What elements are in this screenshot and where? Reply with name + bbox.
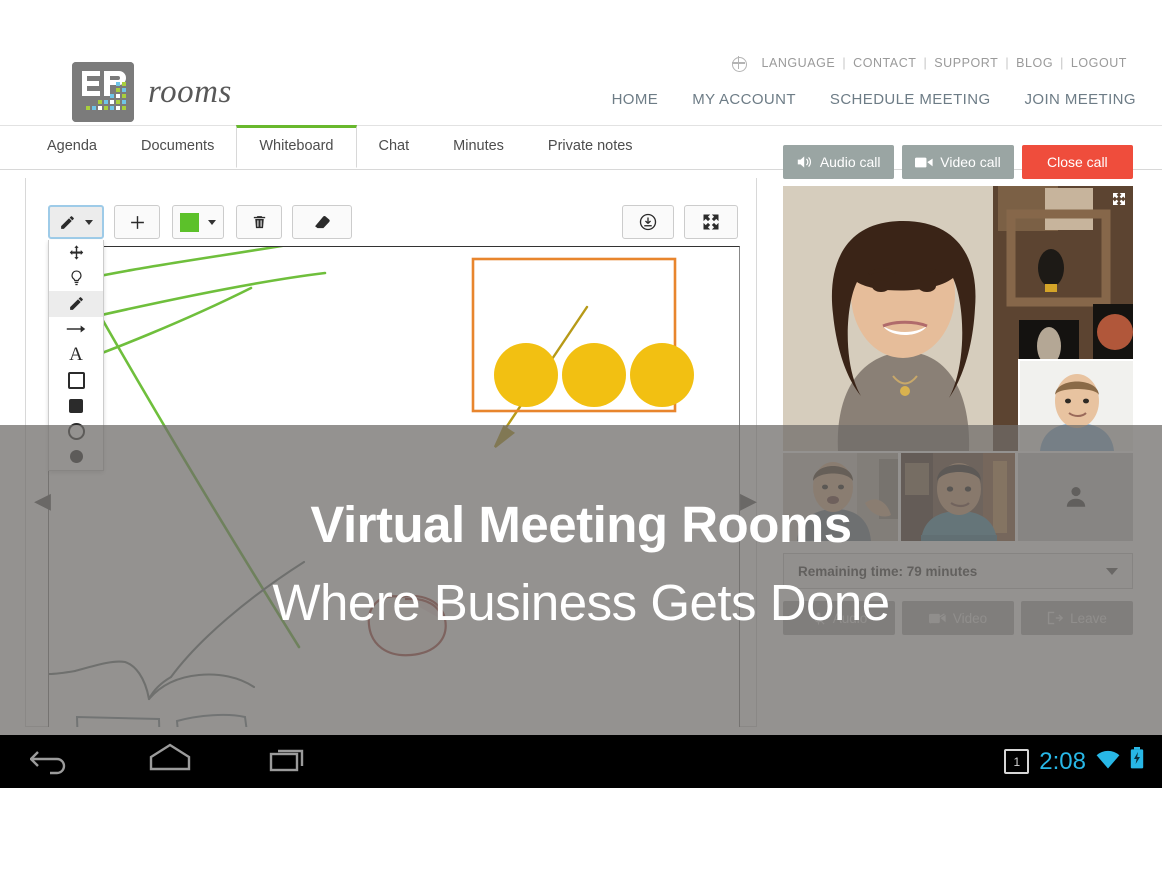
android-navigation-bar: 1 2:08 [0,735,1162,788]
wifi-icon [1096,748,1120,776]
eraser-tool-button[interactable] [292,205,352,239]
square-outline-icon [67,371,85,389]
tab-chat[interactable]: Chat [357,126,432,168]
orange-rect-shape [471,257,694,413]
android-back-button[interactable] [29,743,72,782]
battery-charging-icon [1130,747,1144,776]
yellow-circle [562,343,626,407]
nav-join-meeting[interactable]: JOIN MEETING [1025,91,1136,108]
speaker-icon [797,156,811,168]
chevron-down-icon [85,219,93,225]
eraser-icon [312,213,332,231]
pin-tool-item[interactable] [49,266,103,292]
video-call-button[interactable]: Video call [902,145,1014,179]
util-link-contact[interactable]: CONTACT [846,56,923,70]
logo-wordmark: rooms [148,73,232,110]
main-nav: HOME MY ACCOUNT SCHEDULE MEETING JOIN ME… [612,91,1136,108]
clock-time: 2:08 [1039,747,1086,775]
back-arrow-icon [29,751,66,775]
marketing-headline-1: Virtual Meeting Rooms [310,496,852,553]
add-tool-button[interactable] [114,205,160,239]
page-footer-blank [0,788,1162,872]
trash-icon [251,214,268,231]
audio-call-button[interactable]: Audio call [783,145,895,179]
tab-agenda[interactable]: Agenda [25,126,119,168]
android-home-button[interactable] [148,743,192,782]
delete-tool-button[interactable] [236,205,282,239]
expand-video-icon[interactable] [1111,191,1127,212]
video-call-label: Video call [940,154,1001,170]
tab-whiteboard[interactable]: Whiteboard [236,125,357,168]
move-arrows-icon [69,245,83,260]
tab-private-notes[interactable]: Private notes [526,126,655,168]
util-link-support[interactable]: SUPPORT [927,56,1005,70]
fullscreen-icon [701,212,721,232]
yellow-circle [630,343,694,407]
rect-filled-tool-item[interactable] [49,393,103,419]
marketing-headline-2: Where Business Gets Done [272,574,890,631]
util-link-logout[interactable]: LOGOUT [1064,56,1134,70]
notification-badge: 1 [1004,749,1030,774]
logo-3p-svg [72,62,134,122]
color-tool-button[interactable] [172,205,224,239]
arrow-tool-item[interactable] [49,317,103,343]
lightbulb-icon [71,270,81,285]
main-video-tile[interactable] [783,186,1133,451]
close-call-label: Close call [1046,154,1108,170]
yellow-circle [494,343,558,407]
call-button-bar: Audio call Video call Close call [783,145,1133,179]
camera-icon [915,157,933,167]
home-icon [149,743,191,771]
globe-icon [731,56,748,72]
pencil-tool-button[interactable] [48,205,104,239]
rect-outline-tool-item[interactable] [49,368,103,394]
pencil-icon [59,214,76,231]
download-button[interactable] [622,205,674,239]
tablet-screen: rooms LANGUAGE | CONTACT | SUPPORT | BLO… [0,0,1162,872]
tab-minutes[interactable]: Minutes [431,126,526,168]
text-a-icon: A [69,343,83,365]
utility-nav: LANGUAGE | CONTACT | SUPPORT | BLOG | LO… [731,55,1134,72]
util-link-blog[interactable]: BLOG [1009,56,1060,70]
nav-home[interactable]: HOME [612,91,659,108]
site-logo[interactable]: rooms [72,62,232,122]
logo-mark-icon [72,62,134,122]
android-status-area: 1 2:08 [1004,747,1144,776]
move-tool-item[interactable] [49,240,103,266]
util-link-language[interactable]: LANGUAGE [754,56,842,70]
audio-call-label: Audio call [819,154,881,170]
nav-my-account[interactable]: MY ACCOUNT [692,91,796,108]
chevron-down-icon [208,219,216,225]
close-call-button[interactable]: Close call [1021,145,1133,179]
android-recents-button[interactable] [268,743,312,782]
pencil-tool-item[interactable] [49,291,103,317]
text-tool-item[interactable]: A [49,342,103,368]
recents-icon [269,749,304,772]
fullscreen-button[interactable] [684,205,738,239]
site-header: rooms LANGUAGE | CONTACT | SUPPORT | BLO… [0,0,1162,126]
tab-documents[interactable]: Documents [119,126,236,168]
plus-icon [129,214,146,231]
nav-schedule-meeting[interactable]: SCHEDULE MEETING [830,91,991,108]
tab-strip: Agenda Documents Whiteboard Chat Minutes… [25,125,655,168]
square-filled-icon [69,398,83,413]
arrow-right-icon [66,325,86,333]
color-swatch [180,212,199,232]
download-icon [639,213,657,231]
pencil-icon [69,297,83,311]
